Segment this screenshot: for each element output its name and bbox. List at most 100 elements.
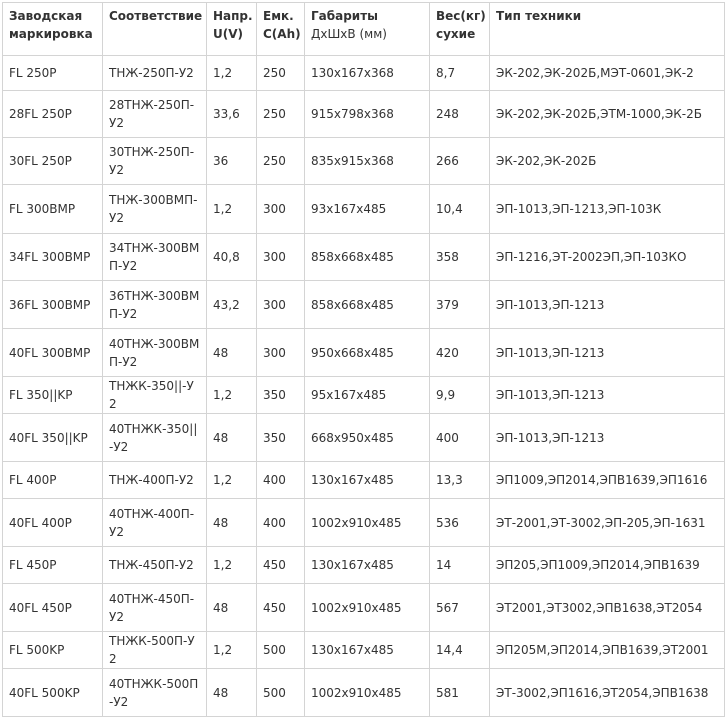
- table-header-row: Заводская маркировка Соответствие Напр. U(…: [2, 2, 725, 56]
- cell-voltage: 40,8: [206, 233, 257, 281]
- table-row: FL 500KP ТНЖК-500П-У2 1,2 500 130х167х485 14,…: [2, 631, 725, 669]
- cell-correspondence: ТНЖ-300ВМП-У2: [102, 184, 207, 234]
- table-row: 40FL 350||KP 40ТНЖК-350||-У2 48 350 668х950х…: [2, 413, 725, 462]
- cell-capacity: 500: [256, 631, 305, 669]
- cell-marking: 36FL 300BMP: [2, 280, 103, 329]
- cell-marking: FL 250P: [2, 55, 103, 91]
- table-row: FL 300BMP ТНЖ-300ВМП-У2 1,2 300 93х167х485 10…: [2, 184, 725, 234]
- cell-marking: 34FL 300BMP: [2, 233, 103, 281]
- cell-marking: 28FL 250P: [2, 90, 103, 138]
- table-row: 40FL 450P 40ТНЖ-450П-У2 48 450 1002х910х485 5…: [2, 583, 725, 632]
- cell-correspondence: ТНЖК-500П-У2: [102, 631, 207, 669]
- cell-dimensions: 130х167х368: [304, 55, 430, 91]
- cell-correspondence: 40ТНЖ-300ВМП-У2: [102, 328, 207, 377]
- cell-voltage: 1,2: [206, 184, 257, 234]
- cell-voltage: 48: [206, 328, 257, 377]
- table-row: FL 250P ТНЖ-250П-У2 1,2 250 130х167х368 8,7 ЭК…: [2, 55, 725, 91]
- cell-equipment: ЭП-1013,ЭП-1213: [489, 328, 725, 377]
- table-row: 40FL 500KP 40ТНЖК-500П-У2 48 500 1002х910х48…: [2, 668, 725, 717]
- cell-capacity: 500: [256, 668, 305, 717]
- table-row: FL 350||KP ТНЖК-350||-У2 1,2 350 95х167х485 9…: [2, 376, 725, 414]
- header-equipment-type: Тип техники: [489, 2, 725, 56]
- cell-dimensions: 858х668х485: [304, 280, 430, 329]
- cell-weight: 581: [429, 668, 490, 717]
- cell-correspondence: 36ТНЖ-300ВМП-У2: [102, 280, 207, 329]
- cell-capacity: 350: [256, 413, 305, 462]
- cell-dimensions: 858х668х485: [304, 233, 430, 281]
- cell-capacity: 250: [256, 137, 305, 185]
- cell-voltage: 48: [206, 498, 257, 547]
- cell-weight: 358: [429, 233, 490, 281]
- header-correspondence: Соответствие: [102, 2, 207, 56]
- cell-dimensions: 1002х910х485: [304, 668, 430, 717]
- cell-correspondence: 28ТНЖ-250П-У2: [102, 90, 207, 138]
- cell-weight: 14: [429, 546, 490, 584]
- cell-weight: 13,3: [429, 461, 490, 499]
- cell-marking: 40FL 400P: [2, 498, 103, 547]
- cell-voltage: 48: [206, 668, 257, 717]
- cell-weight: 567: [429, 583, 490, 632]
- cell-capacity: 250: [256, 55, 305, 91]
- cell-weight: 9,9: [429, 376, 490, 414]
- table-body: FL 250P ТНЖ-250П-У2 1,2 250 130х167х368 8,7 ЭК…: [2, 55, 725, 717]
- cell-correspondence: 40ТНЖ-450П-У2: [102, 583, 207, 632]
- cell-marking: 40FL 500KP: [2, 668, 103, 717]
- cell-marking: FL 300BMP: [2, 184, 103, 234]
- cell-correspondence: 40ТНЖК-500П-У2: [102, 668, 207, 717]
- table-row: 40FL 300BMP 40ТНЖ-300ВМП-У2 48 300 950х668х4…: [2, 328, 725, 377]
- cell-dimensions: 1002х910х485: [304, 583, 430, 632]
- cell-correspondence: 30ТНЖ-250П-У2: [102, 137, 207, 185]
- cell-capacity: 300: [256, 280, 305, 329]
- cell-equipment: ЭП205,ЭП1009,ЭП2014,ЭПВ1639: [489, 546, 725, 584]
- cell-correspondence: ТНЖК-350||-У2: [102, 376, 207, 414]
- table-row: 28FL 250P 28ТНЖ-250П-У2 33,6 250 915х798х368…: [2, 90, 725, 138]
- cell-capacity: 300: [256, 184, 305, 234]
- cell-dimensions: 668х950х485: [304, 413, 430, 462]
- cell-capacity: 250: [256, 90, 305, 138]
- cell-voltage: 33,6: [206, 90, 257, 138]
- cell-weight: 8,7: [429, 55, 490, 91]
- cell-dimensions: 130х167х485: [304, 546, 430, 584]
- cell-voltage: 1,2: [206, 546, 257, 584]
- cell-dimensions: 93х167х485: [304, 184, 430, 234]
- cell-correspondence: 34ТНЖ-300ВМП-У2: [102, 233, 207, 281]
- cell-equipment: ЭТ-3002,ЭП1616,ЭТ2054,ЭПВ1638: [489, 668, 725, 717]
- cell-weight: 536: [429, 498, 490, 547]
- cell-marking: 40FL 350||KP: [2, 413, 103, 462]
- cell-dimensions: 835х915х368: [304, 137, 430, 185]
- cell-equipment: ЭК-202,ЭК-202Б,ЭТМ-1000,ЭК-2Б: [489, 90, 725, 138]
- cell-weight: 420: [429, 328, 490, 377]
- cell-capacity: 400: [256, 461, 305, 499]
- cell-weight: 248: [429, 90, 490, 138]
- cell-capacity: 350: [256, 376, 305, 414]
- cell-equipment: ЭК-202,ЭК-202Б: [489, 137, 725, 185]
- table-row: FL 400P ТНЖ-400П-У2 1,2 400 130х167х485 13,3 Э…: [2, 461, 725, 499]
- cell-correspondence: ТНЖ-450П-У2: [102, 546, 207, 584]
- cell-correspondence: ТНЖ-250П-У2: [102, 55, 207, 91]
- cell-equipment: ЭП-1013,ЭП-1213: [489, 413, 725, 462]
- cell-equipment: ЭТ2001,ЭТ3002,ЭПВ1638,ЭТ2054: [489, 583, 725, 632]
- cell-equipment: ЭП1009,ЭП2014,ЭПВ1639,ЭП1616: [489, 461, 725, 499]
- battery-spec-table: Заводская маркировка Соответствие Напр. U(…: [2, 2, 725, 717]
- cell-correspondence: 40ТНЖ-400П-У2: [102, 498, 207, 547]
- cell-voltage: 48: [206, 583, 257, 632]
- cell-weight: 400: [429, 413, 490, 462]
- cell-voltage: 1,2: [206, 55, 257, 91]
- cell-equipment: ЭП205М,ЭП2014,ЭПВ1639,ЭТ2001: [489, 631, 725, 669]
- cell-capacity: 400: [256, 498, 305, 547]
- cell-voltage: 48: [206, 413, 257, 462]
- table-row: 40FL 400P 40ТНЖ-400П-У2 48 400 1002х910х485 5…: [2, 498, 725, 547]
- cell-capacity: 300: [256, 328, 305, 377]
- cell-dimensions: 950х668х485: [304, 328, 430, 377]
- cell-correspondence: 40ТНЖК-350||-У2: [102, 413, 207, 462]
- cell-voltage: 1,2: [206, 461, 257, 499]
- cell-weight: 266: [429, 137, 490, 185]
- header-voltage: Напр. U(V): [206, 2, 257, 56]
- cell-equipment: ЭТ-2001,ЭТ-3002,ЭП-205,ЭП-1631: [489, 498, 725, 547]
- table-row: 34FL 300BMP 34ТНЖ-300ВМП-У2 40,8 300 858х668…: [2, 233, 725, 281]
- cell-dimensions: 915х798х368: [304, 90, 430, 138]
- cell-equipment: ЭП-1013,ЭП-1213,ЭП-103К: [489, 184, 725, 234]
- table-row: 36FL 300BMP 36ТНЖ-300ВМП-У2 43,2 300 858х668…: [2, 280, 725, 329]
- cell-correspondence: ТНЖ-400П-У2: [102, 461, 207, 499]
- cell-dimensions: 1002х910х485: [304, 498, 430, 547]
